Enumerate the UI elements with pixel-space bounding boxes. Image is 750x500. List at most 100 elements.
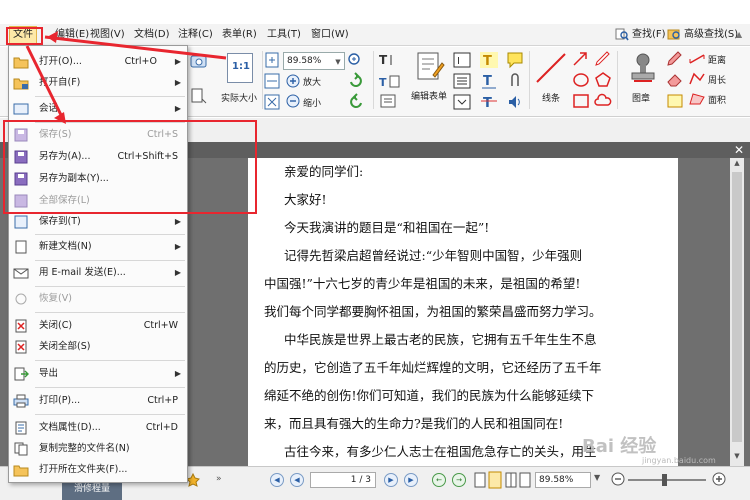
- menu-item-close-all[interactable]: 关闭全部(S): [9, 337, 187, 357]
- first-page-icon[interactable]: ◀: [270, 473, 284, 487]
- find-button[interactable]: 查找(F): [614, 26, 666, 44]
- menu-separator: [35, 360, 185, 361]
- underline-text-icon[interactable]: T: [479, 72, 499, 90]
- continuous-facing-icon[interactable]: [519, 472, 531, 488]
- menu-comment[interactable]: 注释(C): [175, 27, 216, 43]
- submenu-arrow-icon: ▶: [174, 369, 181, 378]
- distance-icon[interactable]: [688, 52, 706, 66]
- fit-visible-icon[interactable]: [264, 94, 280, 110]
- menu-item-label: 关闭全部(S): [39, 341, 91, 352]
- fit-width-icon[interactable]: [264, 73, 280, 89]
- zoom-slider-handle[interactable]: [662, 474, 667, 486]
- menu-item-export[interactable]: 导出 ▶: [9, 364, 187, 384]
- single-page-icon[interactable]: [474, 472, 486, 488]
- page-number-input[interactable]: 1 / 3: [310, 472, 376, 488]
- arrow-tool-icon[interactable]: [572, 51, 590, 67]
- new-document-icon: [15, 240, 27, 254]
- menu-item-label: 打印(P)...: [39, 395, 81, 406]
- menu-item-open-from[interactable]: 打开自(F) ▶: [9, 73, 187, 93]
- advanced-find-icon: [667, 29, 680, 40]
- page-layout-icon[interactable]: [190, 87, 208, 105]
- file-menu-dropdown: 打开(O)... Ctrl+O ▶ 打开自(F) ▶ 会话 ▶ 保存(S) Ct…: [8, 45, 188, 483]
- edit-form-icon[interactable]: [415, 50, 445, 82]
- ribbon-zoom-select[interactable]: 89.58% ▼: [283, 52, 345, 70]
- last-page-icon[interactable]: ▶: [404, 473, 418, 487]
- snapshot-icon[interactable]: [190, 53, 208, 69]
- menu-item-shortcut: Ctrl+P: [147, 395, 178, 406]
- menu-item-print[interactable]: 打印(P)... Ctrl+P: [9, 391, 187, 411]
- scrollbar-thumb[interactable]: [732, 172, 742, 442]
- perimeter-icon[interactable]: [688, 72, 706, 86]
- fit-page-icon[interactable]: [264, 52, 280, 68]
- menu-item-open-folder[interactable]: 打开所在文件夹(F)...: [9, 460, 187, 480]
- menu-item-revert[interactable]: 恢复(V): [9, 289, 187, 309]
- line-tool-icon[interactable]: [534, 51, 568, 85]
- next-page-icon[interactable]: ▶: [384, 473, 398, 487]
- attach-file-icon[interactable]: [506, 72, 524, 90]
- zoom-in-icon[interactable]: [712, 472, 726, 486]
- pencil-eraser-icon[interactable]: [666, 51, 684, 67]
- facing-page-icon[interactable]: [505, 472, 517, 488]
- menu-item-session[interactable]: 会话 ▶: [9, 99, 187, 119]
- zoom-out-icon[interactable]: [611, 472, 625, 486]
- oval-tool-icon[interactable]: [572, 72, 590, 88]
- zoom-in-icon[interactable]: [286, 74, 300, 88]
- stamp-icon[interactable]: [628, 51, 658, 85]
- go-forward-icon[interactable]: →: [452, 473, 466, 487]
- status-zoom-select[interactable]: 89.58%: [535, 472, 591, 488]
- stamp-label: 图章: [632, 94, 651, 104]
- menu-item-open[interactable]: 打开(O)... Ctrl+O ▶: [9, 52, 187, 72]
- typewriter-icon[interactable]: T: [378, 51, 402, 69]
- highlight-area-icon[interactable]: [666, 93, 684, 109]
- advanced-find-button[interactable]: 高级查找(S): [666, 26, 738, 44]
- combo-box-icon[interactable]: [453, 94, 471, 110]
- menu-item-email[interactable]: 用 E-mail 发送(E)... ▶: [9, 263, 187, 283]
- chevron-down-icon[interactable]: ▼: [594, 473, 600, 482]
- text-field-icon[interactable]: I: [453, 52, 471, 68]
- callout-icon[interactable]: [378, 93, 402, 111]
- close-icon[interactable]: ✕: [732, 143, 746, 157]
- highlight-text-icon[interactable]: T: [479, 51, 499, 69]
- menu-view[interactable]: 视图(V): [87, 27, 128, 43]
- actual-size-icon[interactable]: 1:1: [227, 53, 253, 83]
- list-box-icon[interactable]: [453, 73, 471, 89]
- strikeout-text-icon[interactable]: T: [479, 93, 499, 111]
- continuous-page-icon[interactable]: [488, 471, 502, 489]
- paragraph: 大家好!: [284, 192, 327, 207]
- find-label: 查找(F): [632, 29, 666, 40]
- menu-item-save-to[interactable]: 保存到(T) ▶: [9, 212, 187, 232]
- menu-tools[interactable]: 工具(T): [264, 27, 304, 43]
- menu-form[interactable]: 表单(R): [219, 27, 260, 43]
- sound-icon[interactable]: [506, 93, 524, 111]
- previous-page-icon[interactable]: ◀: [290, 473, 304, 487]
- cloud-tool-icon[interactable]: [594, 93, 612, 109]
- text-box-icon[interactable]: T: [378, 73, 402, 91]
- go-back-icon[interactable]: ←: [432, 473, 446, 487]
- menu-item-new-document[interactable]: 新建文档(N) ▶: [9, 237, 187, 257]
- menu-window[interactable]: 窗口(W): [308, 27, 352, 43]
- rotate-right-icon[interactable]: [347, 72, 365, 90]
- vertical-scrollbar[interactable]: ▲ ▼: [730, 158, 744, 466]
- scroll-down-icon[interactable]: ▼: [730, 452, 744, 464]
- polygon-tool-icon[interactable]: [594, 72, 612, 88]
- zoom-slider[interactable]: [628, 474, 706, 486]
- zoom-tool-icon[interactable]: [347, 52, 365, 68]
- print-icon: [13, 394, 29, 408]
- zoom-out-icon[interactable]: [286, 94, 300, 108]
- folder-open-icon: [13, 57, 29, 69]
- edit-form-label: 编辑表单: [411, 92, 448, 102]
- scroll-up-icon[interactable]: ▲: [730, 159, 744, 171]
- eraser-icon[interactable]: [666, 72, 684, 88]
- area-icon[interactable]: [688, 92, 706, 106]
- chevron-down-icon[interactable]: »: [216, 474, 222, 484]
- pencil-tool-icon[interactable]: [594, 51, 612, 67]
- rotate-left-icon[interactable]: [347, 93, 365, 111]
- menu-item-properties[interactable]: 文档属性(D)... Ctrl+D: [9, 418, 187, 438]
- menu-item-copy-filename[interactable]: 复制完整的文件名(N): [9, 439, 187, 459]
- rectangle-tool-icon[interactable]: [572, 93, 590, 109]
- settings-star-icon[interactable]: [186, 473, 200, 487]
- note-icon[interactable]: [506, 51, 524, 69]
- menu-item-close[interactable]: 关闭(C) Ctrl+W: [9, 316, 187, 336]
- menubar-scroll-icon[interactable]: ▲: [736, 30, 744, 40]
- menu-document[interactable]: 文档(D): [131, 27, 173, 43]
